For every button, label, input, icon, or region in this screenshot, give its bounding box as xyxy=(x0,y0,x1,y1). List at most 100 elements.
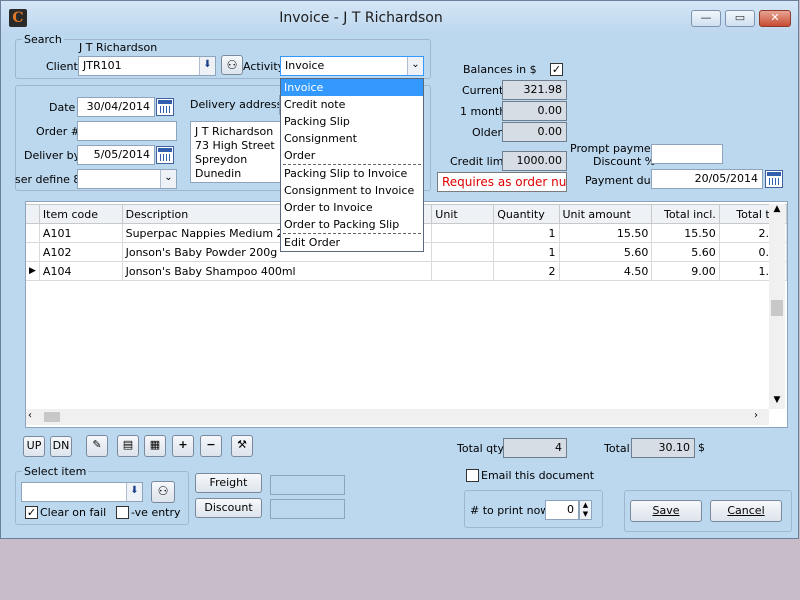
one-month-balance: 0.00 xyxy=(502,101,567,121)
table-row[interactable]: ▶ A104 Jonson's Baby Shampoo 400ml 2 4.5… xyxy=(26,261,788,281)
activity-option-consignment-to-invoice[interactable]: Consignment to Invoice xyxy=(281,182,423,199)
activity-option-consignment[interactable]: Consignment xyxy=(281,130,423,147)
move-up-button[interactable]: UP xyxy=(23,436,45,457)
invoice-window: C Invoice - J T Richardson — ▭ ✕ Search … xyxy=(0,0,799,539)
col-unit-amount[interactable]: Unit amount xyxy=(558,204,653,224)
activity-select[interactable]: Invoice ⌄ xyxy=(280,56,424,76)
negative-entry-checkbox[interactable] xyxy=(116,506,129,519)
cancel-button[interactable]: Cancel xyxy=(710,500,782,522)
unit-cell[interactable] xyxy=(431,223,495,243)
deliver-by-field[interactable]: 5/05/2014 xyxy=(77,145,155,165)
client-value: JTR101 xyxy=(83,59,122,72)
deliver-calendar-icon[interactable] xyxy=(156,146,174,164)
spinner-up-icon[interactable]: ▲ xyxy=(580,501,591,510)
col-unit[interactable]: Unit xyxy=(431,204,495,224)
select-item-field[interactable]: ⬇ xyxy=(21,482,143,502)
select-item-dropdown-icon[interactable]: ⬇ xyxy=(126,483,142,501)
unit-cell[interactable] xyxy=(431,242,495,262)
horizontal-scroll-thumb[interactable] xyxy=(44,412,60,422)
unit-amount-cell[interactable]: 5.60 xyxy=(558,242,653,262)
balances-checkbox[interactable]: ✓ xyxy=(550,63,563,76)
activity-option-order-to-invoice[interactable]: Order to Invoice xyxy=(281,199,423,216)
discount-button[interactable]: Discount xyxy=(195,498,262,518)
activity-option-packing-slip-to-invoice[interactable]: Packing Slip to Invoice xyxy=(281,165,423,182)
discount-field[interactable] xyxy=(270,499,345,519)
freight-field[interactable] xyxy=(270,475,345,495)
col-item-code[interactable]: Item code xyxy=(38,204,123,224)
item-code-cell[interactable]: A102 xyxy=(38,242,123,262)
prompt-discount-field[interactable] xyxy=(651,144,723,164)
document-edit-button[interactable]: ▦ xyxy=(144,435,166,457)
vertical-scrollbar[interactable]: ▲ ▼ xyxy=(769,204,785,409)
description-cell[interactable]: Jonson's Baby Shampoo 400ml xyxy=(121,261,433,281)
user-define-chevron-down-icon[interactable]: ⌄ xyxy=(160,170,176,188)
older-label: Older xyxy=(472,126,502,139)
remove-row-button[interactable]: − xyxy=(200,435,222,457)
payment-due-field[interactable]: 20/05/2014 xyxy=(651,169,763,189)
item-code-cell[interactable]: A101 xyxy=(38,223,123,243)
unit-amount-cell[interactable]: 15.50 xyxy=(558,223,653,243)
date-calendar-icon[interactable] xyxy=(156,98,174,116)
scroll-up-icon[interactable]: ▲ xyxy=(769,204,785,218)
scroll-left-icon[interactable]: ‹ xyxy=(28,410,40,421)
payment-due-label: Payment due xyxy=(585,174,658,187)
client-search-button[interactable]: ⚇ xyxy=(221,55,243,75)
payment-due-calendar-icon[interactable] xyxy=(765,170,783,188)
older-balance: 0.00 xyxy=(502,122,567,142)
item-search-button[interactable]: ⚇ xyxy=(151,481,175,503)
edit-item-button[interactable]: ✎ xyxy=(86,435,108,457)
email-document-checkbox[interactable] xyxy=(466,469,479,482)
vertical-scroll-thumb[interactable] xyxy=(771,300,783,316)
activity-dropdown-list[interactable]: Invoice Credit note Packing Slip Consign… xyxy=(280,78,424,252)
delivery-address-label: Delivery address xyxy=(190,98,283,111)
quantity-cell[interactable]: 1 xyxy=(493,242,560,262)
current-row-arrow-icon: ▶ xyxy=(26,261,40,281)
freight-button[interactable]: Freight xyxy=(195,473,262,493)
col-quantity[interactable]: Quantity xyxy=(493,204,560,224)
restore-button[interactable]: ▭ xyxy=(725,10,755,27)
unit-amount-cell[interactable]: 4.50 xyxy=(558,261,653,281)
activity-option-packing-slip[interactable]: Packing Slip xyxy=(281,113,423,130)
save-button[interactable]: Save xyxy=(630,500,702,522)
activity-option-edit-order[interactable]: Edit Order xyxy=(281,234,423,251)
close-button[interactable]: ✕ xyxy=(759,10,791,27)
unit-cell[interactable] xyxy=(431,261,495,281)
activity-option-credit-note[interactable]: Credit note xyxy=(281,96,423,113)
balances-label: Balances in $ xyxy=(463,63,537,76)
scroll-right-icon[interactable]: › xyxy=(754,410,766,421)
scroll-down-icon[interactable]: ▼ xyxy=(769,395,785,409)
clipboard-button[interactable]: ▤ xyxy=(117,435,139,457)
clear-on-fail-checkbox[interactable]: ✓ xyxy=(25,506,38,519)
spinner-down-icon[interactable]: ▼ xyxy=(580,510,591,519)
date-field[interactable]: 30/04/2014 xyxy=(77,97,155,117)
one-month-label: 1 month xyxy=(460,105,507,118)
clear-button[interactable]: ⚒ xyxy=(231,435,253,457)
total-incl-cell[interactable]: 9.00 xyxy=(651,261,720,281)
minimize-button[interactable]: — xyxy=(691,10,721,27)
print-count-field[interactable]: 0 xyxy=(545,500,579,520)
client-field[interactable]: JTR101 ⬇ xyxy=(78,56,216,76)
activity-value: Invoice xyxy=(285,59,325,72)
current-label: Current xyxy=(462,84,504,97)
activity-option-invoice[interactable]: Invoice xyxy=(281,79,423,96)
activity-option-order[interactable]: Order xyxy=(281,147,423,164)
print-count-spinner[interactable]: ▲ ▼ xyxy=(579,500,592,520)
total-incl-cell[interactable]: 15.50 xyxy=(651,223,720,243)
col-total-incl[interactable]: Total incl. xyxy=(651,204,720,224)
client-dropdown-icon[interactable]: ⬇ xyxy=(199,57,215,75)
add-row-button[interactable]: + xyxy=(172,435,194,457)
address-line: Spreydon xyxy=(195,153,248,166)
quantity-cell[interactable]: 1 xyxy=(493,223,560,243)
item-code-cell[interactable]: A104 xyxy=(38,261,123,281)
delivery-address-box[interactable]: J T Richardson 73 High Street Spreydon D… xyxy=(190,121,290,183)
horizontal-scrollbar[interactable]: ‹ › xyxy=(26,409,769,425)
activity-option-order-to-packing-slip[interactable]: Order to Packing Slip xyxy=(281,216,423,233)
total-incl-cell[interactable]: 5.60 xyxy=(651,242,720,262)
activity-chevron-down-icon[interactable]: ⌄ xyxy=(407,57,423,75)
user-define-select[interactable]: ⌄ xyxy=(77,169,177,189)
date-label: Date xyxy=(49,101,76,114)
quantity-cell[interactable]: 2 xyxy=(493,261,560,281)
total-value: 30.10 xyxy=(631,438,695,458)
move-down-button[interactable]: DN xyxy=(50,436,72,457)
order-field[interactable] xyxy=(77,121,177,141)
